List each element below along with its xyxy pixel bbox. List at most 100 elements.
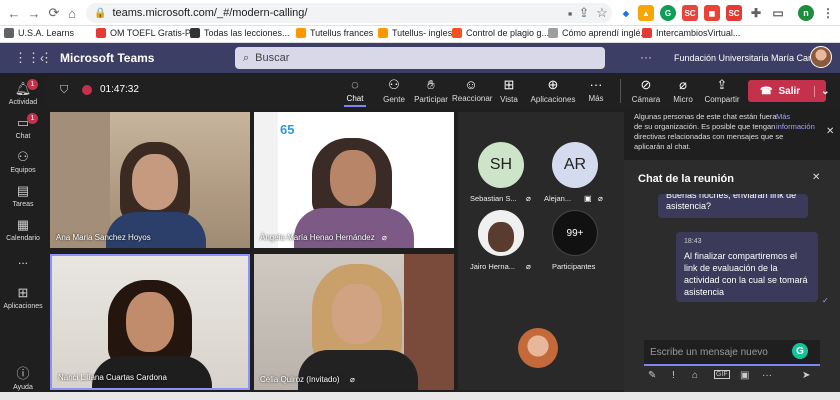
calendar-icon: ▦ (16, 217, 30, 232)
mic-button[interactable]: ⌀ Micro (670, 77, 696, 104)
rail-item-tasks[interactable]: ▤ Tareas (0, 183, 46, 208)
participant-face (330, 150, 376, 206)
shield-icon[interactable]: ⛉ (60, 84, 68, 97)
os-taskbar (0, 392, 840, 400)
gif-icon[interactable]: GIF (714, 370, 730, 379)
bookmark-item[interactable]: IntercambiosVirtual... (642, 28, 740, 38)
extension-icon[interactable]: ▲ (638, 5, 654, 21)
share-icon[interactable]: ⇪ (574, 3, 594, 23)
extension-icon[interactable]: ◼ (704, 5, 720, 21)
extension-icon[interactable]: SC (682, 5, 698, 21)
toolbar-label: Reaccionar (452, 94, 493, 103)
extension-icon[interactable]: SC (726, 5, 742, 21)
sticker-icon[interactable]: ▣ (740, 370, 749, 381)
notification-badge: 1 (27, 79, 38, 90)
mic-off-icon: ⌀ (350, 375, 355, 384)
grammarly-icon[interactable]: G (792, 343, 808, 359)
toolbar-label: Participar (414, 95, 448, 104)
bookmark-label: Tutellus frances (310, 28, 374, 38)
attach-icon[interactable]: ⌂ (692, 370, 698, 381)
bookmark-label: Todas las lecciones... (204, 28, 290, 38)
react-button[interactable]: ☺ Reaccionar (452, 77, 493, 103)
bookmark-item[interactable]: U.S.A. Learns (4, 28, 74, 38)
smile-icon: ☺ (464, 77, 478, 92)
bookmark-item[interactable]: Tutellus frances (296, 28, 373, 38)
share-button[interactable]: ⇪ Compartir (702, 77, 742, 104)
rail-item-calendar[interactable]: ▦ Calendario (0, 217, 46, 242)
toolbar-divider (620, 79, 621, 103)
close-icon[interactable]: ✕ (812, 172, 820, 183)
important-icon[interactable]: ! (672, 370, 675, 381)
bookmark-star-icon[interactable]: ☆ (592, 3, 612, 23)
participant-body (294, 208, 414, 248)
address-bar[interactable]: 🔒 teams.microsoft.com/_#/modern-calling/ (86, 3, 612, 23)
chevron-down-icon[interactable]: ⌄ (814, 85, 830, 97)
mic-off-icon: ⌀ (598, 194, 603, 203)
raise-hand-button[interactable]: ✋︎ Participar (414, 77, 448, 104)
browser-menu-icon[interactable]: ⋮ (820, 5, 836, 21)
camera-button[interactable]: ⊘ Cámara (630, 77, 662, 104)
more-button[interactable]: ··· Más (584, 77, 608, 103)
notification-badge: 1 (27, 113, 38, 124)
format-icon[interactable]: ✎ (648, 370, 656, 381)
participant-avatar-photo[interactable] (478, 210, 524, 256)
app-launcher-icon[interactable]: ⋮⋮⋮ (14, 50, 53, 66)
puzzle-icon[interactable]: ✚ (748, 5, 764, 21)
toolbar-label: Más (588, 94, 604, 103)
rail-item-more[interactable]: ... (0, 253, 46, 267)
video-tile[interactable]: Ana Maria Sanchez Hoyos (50, 112, 250, 248)
close-icon[interactable]: ✕ (826, 126, 834, 137)
participant-face (132, 154, 178, 210)
rail-item-teams[interactable]: ⚇ Equipos (0, 149, 46, 174)
chat-message: Buenas noches, enviaran link de asistenc… (658, 194, 808, 218)
people-button[interactable]: ⚇ Gente (380, 77, 408, 104)
reload-icon[interactable]: ⟳ (44, 3, 64, 23)
toolbar-label: Cámara (631, 95, 661, 104)
send-icon[interactable]: ➤ (802, 370, 810, 381)
extension-icon[interactable]: ◆ (618, 5, 634, 21)
rail-item-apps[interactable]: ⊞ Aplicaciones (0, 285, 46, 310)
more-options-icon[interactable]: ··· (640, 50, 652, 64)
video-tile-active-speaker[interactable]: Nanci Liliana Cuartas Cardona (50, 254, 250, 390)
bookmark-item[interactable]: Cómo aprendí inglé... (548, 28, 648, 38)
participant-avatar[interactable]: SH (478, 142, 524, 188)
forward-icon[interactable]: → (24, 3, 44, 23)
rail-label: Chat (15, 133, 31, 140)
video-tile[interactable]: Celia Quiroz (Invitado) ⌀ (254, 254, 454, 390)
bookmark-item[interactable]: Todas las lecciones... (190, 28, 290, 38)
view-button[interactable]: ⊞ Vista (496, 77, 522, 104)
video-tile[interactable]: 65 Ángela María Henao Hernández ⌀ (254, 112, 454, 248)
tab-chat[interactable]: ◌ Chat (344, 77, 366, 107)
participant-avatar[interactable]: AR (552, 142, 598, 188)
rail-label: Tareas (12, 201, 34, 208)
avatar[interactable] (810, 46, 832, 68)
grammarly-icon[interactable]: G (660, 5, 676, 21)
more-info-link[interactable]: Más información (776, 112, 820, 132)
more-icon[interactable]: ··· (762, 370, 772, 381)
roster-panel: SH Sebastian S... ⌀ AR Alejan... ▣ ⌀ Jai… (458, 112, 624, 390)
rail-item-chat[interactable]: ▭ 1 Chat (0, 113, 46, 140)
rail-item-activity[interactable]: 🔔︎ 1 Actividad (0, 79, 46, 106)
bookmark-item[interactable]: Tutellus- ingles (378, 28, 452, 38)
profile-avatar[interactable]: n (798, 5, 814, 21)
home-icon[interactable]: ⌂ (62, 3, 82, 23)
toolbar-label: Micro (673, 95, 693, 104)
notice-text: Algunas personas de este chat están fuer… (634, 112, 784, 151)
participants-overflow[interactable]: 99+ (552, 210, 598, 256)
reading-list-icon[interactable]: ▭ (770, 5, 786, 21)
recording-icon (82, 85, 92, 95)
organization-name: Fundación Universitaria María Cano (674, 53, 819, 63)
message-text: Al finalizar compartiremos el link de ev… (684, 251, 808, 297)
apps-button[interactable]: ⊕ Aplicaciones (530, 77, 576, 104)
leave-button[interactable]: ☎ Salir ⌄ (748, 80, 830, 102)
participant-name: Ana Maria Sanchez Hoyos (56, 233, 151, 242)
back-arrow-icon[interactable]: ‹ (40, 51, 44, 65)
chat-message: 18:43 Al finalizar compartiremos el link… (676, 232, 818, 302)
bookmark-item[interactable]: OM TOEFL Gratis-Pr... (96, 28, 201, 38)
rail-item-help[interactable]: ⓘ Ayuda (0, 363, 46, 391)
bookmark-item[interactable]: Control de plagio g... (452, 28, 549, 38)
search-input[interactable]: ⌕ Buscar (235, 47, 605, 69)
self-preview-avatar[interactable] (518, 328, 558, 368)
message-text: Buenas noches, enviaran link de asistenc… (666, 194, 797, 211)
back-icon[interactable]: ← (4, 3, 24, 23)
